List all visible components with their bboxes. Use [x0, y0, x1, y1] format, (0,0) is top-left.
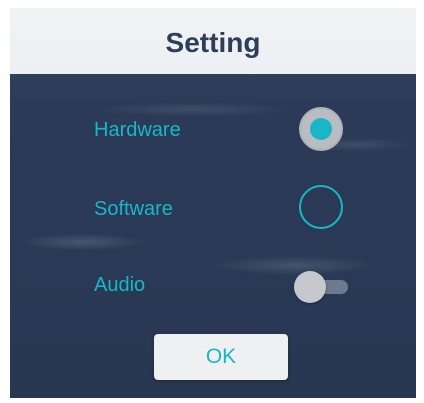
audio-toggle[interactable] [294, 271, 350, 303]
ok-button[interactable]: OK [154, 334, 288, 380]
software-label: Software [94, 198, 173, 220]
toggle-thumb [294, 271, 326, 303]
dialog-title: Setting [165, 27, 261, 58]
radio-selected-dot [310, 118, 332, 140]
hardware-radio[interactable] [299, 107, 343, 151]
software-radio[interactable] [299, 185, 343, 229]
settings-dialog: Setting Hardware Software Audio OK [10, 8, 416, 398]
audio-label: Audio [94, 274, 146, 296]
hardware-label: Hardware [94, 119, 181, 141]
